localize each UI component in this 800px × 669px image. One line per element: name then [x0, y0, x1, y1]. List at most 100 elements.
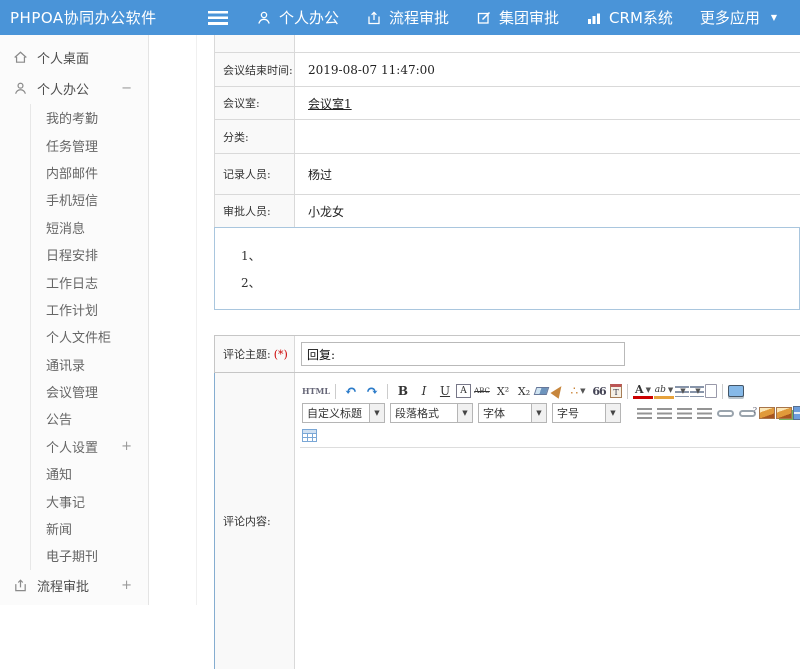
sidebar-subitem-2[interactable]: 我的考勤 — [31, 104, 148, 131]
font-size-select[interactable]: 字号▼ — [552, 403, 621, 423]
comment-subject-input[interactable] — [301, 342, 625, 366]
underline-icon[interactable]: U — [435, 381, 455, 401]
align-right-icon[interactable] — [677, 408, 692, 419]
sidebar-subitem-15[interactable]: 通知 — [31, 460, 148, 487]
superscript-icon[interactable]: X² — [493, 381, 513, 401]
sidebar-item-0[interactable]: 个人桌面 — [0, 42, 148, 73]
sidebar-subitem-17[interactable]: 新闻 — [31, 515, 148, 542]
nav-item-personal-office[interactable]: 个人办公 — [256, 7, 339, 28]
sidebar-subitem-10[interactable]: 个人文件柜 — [31, 323, 148, 350]
meeting-room-link[interactable]: 会议室1 — [308, 95, 352, 112]
font-family-select-label: 字体 — [479, 405, 531, 421]
separator — [387, 384, 388, 399]
align-left-icon[interactable] — [637, 408, 652, 419]
sidebar-subitem-18[interactable]: 电子期刊 — [31, 542, 148, 569]
sidebar-subitem-9[interactable]: 工作计划 — [31, 296, 148, 323]
font-size-select-label: 字号 — [553, 405, 605, 421]
sidebar-subitem-label: 任务管理 — [46, 136, 98, 155]
chevron-down-icon: ▼ — [668, 386, 673, 394]
blockquote-icon[interactable]: 66 — [589, 381, 609, 401]
font-family-select[interactable]: 字体▼ — [478, 403, 547, 423]
sidebar-subitem-12[interactable]: 会议管理 — [31, 378, 148, 405]
sidebar-subitem-3[interactable]: 任务管理 — [31, 131, 148, 158]
nav-item-process-approval[interactable]: 流程审批 — [366, 7, 449, 28]
subscript-icon[interactable]: X₂ — [514, 381, 534, 401]
sidebar-subitem-4[interactable]: 内部邮件 — [31, 159, 148, 186]
insert-link-icon[interactable] — [717, 410, 734, 417]
sidebar-subitem-16[interactable]: 大事记 — [31, 487, 148, 514]
insert-image-icon[interactable] — [759, 407, 775, 419]
redo-icon[interactable]: ↷ — [362, 381, 382, 401]
bold-icon[interactable]: B — [393, 381, 413, 401]
font-color-icon[interactable]: A▼ — [633, 384, 653, 399]
table-row: 审批人员:小龙女 — [215, 195, 800, 228]
editor-content-area[interactable] — [300, 448, 800, 618]
sidebar-subitem-label: 通知 — [46, 464, 72, 483]
html-source-icon[interactable]: HTML — [302, 381, 330, 401]
format-brush-icon[interactable] — [550, 383, 565, 399]
process-icon — [366, 10, 382, 26]
topbar: PHPOA协同办公软件 个人办公 流程审批 集团审批 CRM系统 — [0, 0, 800, 35]
chevron-down-icon: ▼ — [369, 404, 384, 422]
undo-icon[interactable]: ↶ — [341, 381, 361, 401]
comment-content-cell: HTML↶↷BIUAABCX²X₂∴▼66TA▼ab▼▼▼ 自定义标题▼段落格式… — [295, 373, 800, 669]
person-icon — [256, 10, 272, 26]
sidebar-subitem-14[interactable]: 个人设置+ — [31, 433, 148, 460]
nav-item-group-approval[interactable]: 集团审批 — [476, 7, 559, 28]
paste-as-text-icon[interactable]: T — [610, 384, 622, 398]
image-manager-icon[interactable] — [776, 407, 792, 419]
unordered-list-icon[interactable]: ▼ — [690, 386, 704, 397]
sidebar-subitem-5[interactable]: 手机短信 — [31, 186, 148, 213]
editor-toolbar: HTML↶↷BIUAABCX²X₂∴▼66TA▼ab▼▼▼ 自定义标题▼段落格式… — [300, 380, 800, 448]
expand-plus-icon[interactable]: + — [121, 578, 132, 593]
comment-subject-cell — [295, 336, 800, 372]
ordered-list-icon[interactable]: ▼ — [675, 386, 689, 397]
sidebar-subitem-8[interactable]: 工作日志 — [31, 268, 148, 295]
chevron-down-icon: ▼ — [680, 387, 685, 395]
remove-link-icon[interactable] — [739, 410, 756, 417]
nav-label: 集团审批 — [499, 7, 559, 28]
field-label: 分类: — [215, 120, 295, 153]
edit-icon — [476, 10, 492, 26]
strikethrough-icon[interactable]: ABC — [472, 381, 492, 401]
paragraph-format-select[interactable]: 段落格式▼ — [390, 403, 473, 423]
align-center-icon[interactable] — [657, 408, 672, 419]
panel-divider — [196, 35, 197, 605]
field-value: 会议室1 — [295, 87, 800, 119]
custom-title-select[interactable]: 自定义标题▼ — [302, 403, 385, 423]
auto-typeset-icon[interactable]: ∴▼ — [568, 381, 588, 401]
hamburger-menu-icon[interactable] — [208, 11, 228, 25]
eraser-icon[interactable] — [534, 387, 550, 395]
align-justify-icon[interactable] — [697, 408, 712, 419]
sidebar-subitem-label: 通讯录 — [46, 355, 85, 374]
fullscreen-icon[interactable] — [728, 385, 744, 397]
expand-plus-icon[interactable]: + — [121, 439, 132, 454]
sidebar-subitem-7[interactable]: 日程安排 — [31, 241, 148, 268]
sidebar-subitem-11[interactable]: 通讯录 — [31, 351, 148, 378]
sidebar-item-label: 个人桌面 — [37, 48, 89, 67]
separator — [335, 384, 336, 399]
sidebar-item-1[interactable]: 个人办公− — [0, 73, 148, 104]
font-style-box-icon[interactable]: A — [456, 384, 471, 398]
chevron-down-icon: ▼ — [771, 13, 777, 22]
collapse-minus-icon[interactable]: − — [121, 81, 132, 96]
italic-icon[interactable]: I — [414, 381, 434, 401]
insert-media-icon[interactable] — [793, 406, 800, 420]
sidebar: 个人桌面个人办公−我的考勤任务管理内部邮件手机短信短消息日程安排工作日志工作计划… — [0, 35, 149, 605]
field-value: 杨过 — [295, 154, 800, 194]
new-document-icon[interactable] — [705, 384, 717, 398]
nav-item-more-apps[interactable]: 更多应用 ▼ — [700, 7, 777, 28]
sidebar-subitem-6[interactable]: 短消息 — [31, 214, 148, 241]
nav-item-crm-system[interactable]: CRM系统 — [586, 7, 673, 28]
rich-text-editor: HTML↶↷BIUAABCX²X₂∴▼66TA▼ab▼▼▼ 自定义标题▼段落格式… — [300, 380, 800, 618]
app-logo: PHPOA协同办公软件 — [0, 7, 190, 28]
sidebar-subitem-13[interactable]: 公告 — [31, 405, 148, 432]
required-mark: (*) — [274, 348, 288, 361]
highlight-color-icon[interactable]: ab▼ — [654, 384, 674, 399]
separator — [627, 384, 628, 399]
nav-label: CRM系统 — [609, 7, 673, 28]
field-value — [295, 120, 800, 153]
insert-table-icon[interactable] — [302, 429, 317, 442]
meeting-detail-table: 会议结束时间:2019-08-07 11:47:00会议室:会议室1分类:记录人… — [214, 35, 800, 228]
sidebar-item-19[interactable]: 流程审批+ — [0, 570, 148, 601]
